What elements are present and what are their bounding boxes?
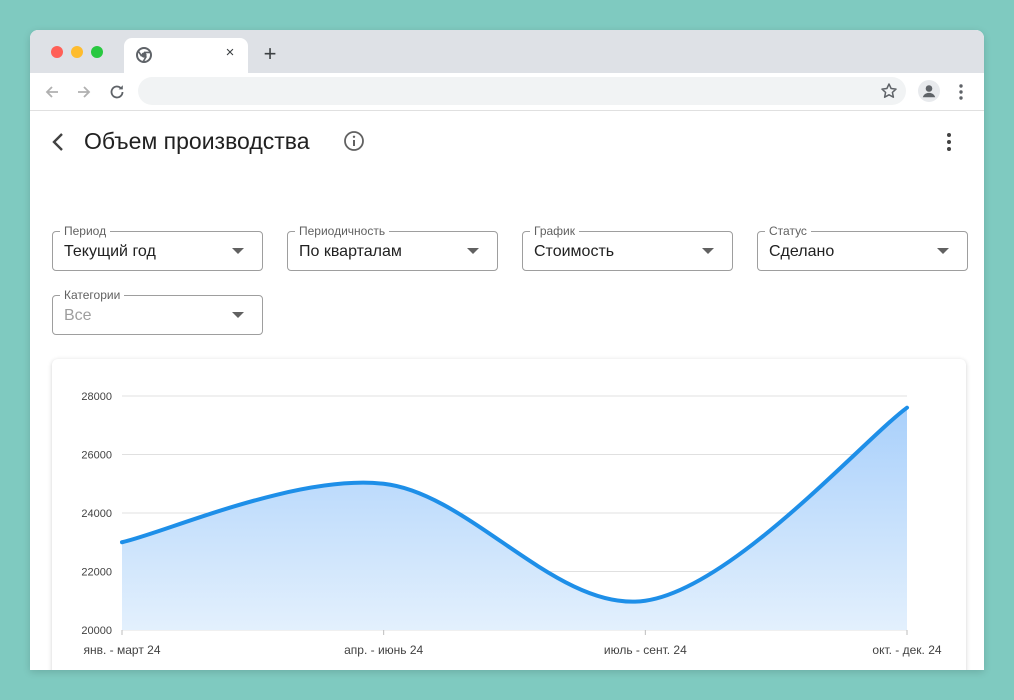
address-bar[interactable] [138, 77, 906, 105]
forward-arrow-icon[interactable] [74, 82, 94, 102]
x-tick-label: июль - сент. 24 [604, 643, 687, 657]
arrow-drop-down-icon [232, 248, 244, 254]
periodicity-select[interactable]: Периодичность По кварталам [287, 224, 498, 271]
back-arrow-icon[interactable] [42, 82, 62, 102]
chart-select-label: График [530, 224, 579, 238]
profile-avatar[interactable] [918, 80, 940, 102]
status-select[interactable]: Статус Сделано [757, 224, 968, 271]
arrow-drop-down-icon [937, 248, 949, 254]
browser-toolbar [30, 73, 984, 111]
periodicity-select-value: По кварталам [299, 243, 402, 260]
period-select-label: Период [60, 224, 111, 238]
chevron-left-icon[interactable] [48, 131, 70, 153]
info-icon[interactable] [343, 130, 365, 152]
browser-window: × + Объем производства Период Текущий го… [30, 30, 984, 670]
chart-select[interactable]: График Стоимость [522, 224, 733, 271]
y-tick-label: 22000 [81, 567, 112, 579]
maximize-window-button[interactable] [91, 46, 103, 58]
period-select-value: Текущий год [64, 243, 156, 260]
categories-select[interactable]: Категории Все [52, 288, 263, 335]
status-select-label: Статус [765, 224, 811, 238]
arrow-drop-down-icon [702, 248, 714, 254]
status-select-value: Сделано [769, 243, 835, 260]
chart-card: 20000 22000 24000 26000 28000 янв. - март 24 а… [52, 359, 966, 670]
x-tick-label: апр. - июнь 24 [344, 643, 423, 657]
page-title: Объем производства [84, 128, 310, 154]
reload-icon[interactable] [107, 82, 127, 102]
browser-menu-icon[interactable] [954, 82, 968, 102]
tab-close-icon[interactable]: × [222, 45, 238, 61]
minimize-window-button[interactable] [71, 46, 83, 58]
person-icon [922, 85, 936, 98]
categories-select-label: Категории [60, 288, 125, 302]
period-select[interactable]: Период Текущий год [52, 224, 263, 271]
bookmark-star-icon[interactable] [880, 82, 898, 100]
periodicity-select-label: Периодичность [295, 224, 390, 238]
area-chart: 20000 22000 24000 26000 28000 янв. - март 24 а… [81, 391, 941, 657]
x-tick-label: окт. - дек. 24 [872, 643, 941, 657]
x-tick-label: янв. - март 24 [83, 643, 160, 657]
y-tick-label: 20000 [81, 625, 112, 637]
area-fill [122, 407, 907, 630]
page-content: Объем производства Период Текущий год Пе… [30, 111, 984, 670]
arrow-drop-down-icon [467, 248, 479, 254]
browser-tab[interactable]: × [124, 38, 248, 73]
y-tick-label: 24000 [81, 508, 112, 520]
y-tick-label: 26000 [81, 450, 112, 462]
more-vert-icon[interactable] [940, 131, 958, 153]
tab-strip: × + [30, 30, 984, 73]
y-tick-label: 28000 [81, 391, 112, 403]
categories-select-value: Все [64, 307, 92, 324]
chrome-icon [136, 47, 152, 63]
close-window-button[interactable] [51, 46, 63, 58]
new-tab-icon[interactable]: + [260, 43, 280, 65]
arrow-drop-down-icon [232, 312, 244, 318]
chart-select-value: Стоимость [534, 243, 615, 260]
